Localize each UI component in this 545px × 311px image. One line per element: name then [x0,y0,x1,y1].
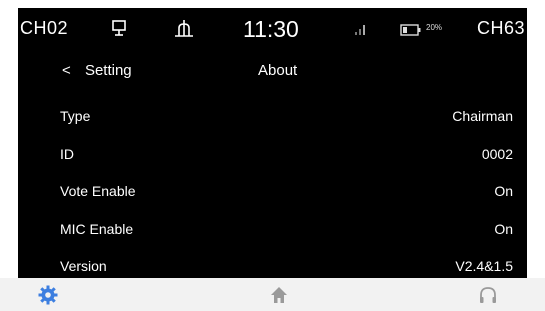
settings-icon[interactable] [37,284,59,306]
status-bar: CH02 11:30 20% CH63 [18,8,527,52]
page-title: About [258,62,298,79]
row-value: On [494,183,513,200]
row-label: Type [60,108,91,124]
list-item: MIC Enable On [18,212,527,250]
microphone-stand-icon [173,20,195,43]
device-frame: CH02 11:30 20% CH63 < Setting About Type… [0,0,545,311]
list-item: Vote Enable On [18,174,527,212]
row-value: On [494,220,513,237]
row-label: ID [60,145,74,162]
row-label: Version [60,258,107,275]
back-label: Setting [84,62,132,79]
left-channel: CH02 [20,18,69,38]
back-button[interactable]: < Setting [62,62,132,79]
row-value: 0002 [481,145,513,162]
battery-percentage: 20% [426,23,443,32]
list-item: ID 0002 [18,137,527,175]
chevron-left-icon: < [62,62,71,79]
right-channel: CH63 [476,18,525,38]
row-value: V2.4&1.5 [455,258,513,275]
nav-bar: < Setting About [18,58,527,86]
signal-icon [354,22,368,41]
monitor-icon [111,20,127,43]
row-label: Vote Enable [60,183,136,200]
home-icon[interactable] [268,284,290,306]
row-label: MIC Enable [60,220,134,237]
device-screen: CH02 11:30 20% CH63 < Setting About Type… [18,8,527,308]
list-item: Type Chairman [18,99,527,137]
about-list: Type Chairman ID 0002 Vote Enable On MIC… [18,99,527,287]
clock: 11:30 [243,16,299,42]
bottom-tab-bar [0,278,545,311]
headphones-icon[interactable] [477,284,499,306]
battery-icon [400,23,422,41]
row-value: Chairman [452,108,513,124]
